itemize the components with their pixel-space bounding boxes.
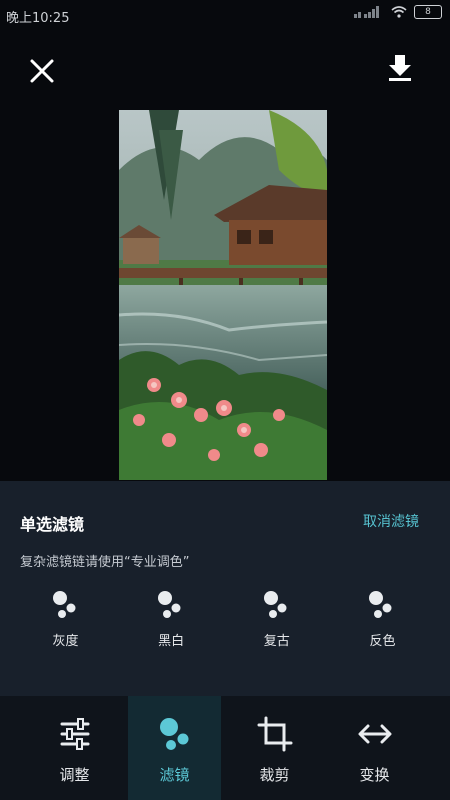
filter-grayscale[interactable]: 灰度 (18, 586, 113, 656)
wifi-icon (391, 6, 407, 18)
photo-preview[interactable] (119, 110, 327, 480)
dots-icon (369, 591, 392, 618)
crop-icon (257, 716, 292, 752)
battery-level: 8 (425, 7, 431, 17)
panel-hint: 复杂滤镜链请使用“专业调色” (20, 555, 190, 570)
tab-label: 变换 (359, 766, 390, 784)
dots-icon (159, 718, 188, 750)
filter-label: 复古 (263, 634, 290, 649)
swap-arrows-icon (358, 724, 391, 744)
panel-title: 单选滤镜 (20, 515, 85, 534)
cancel-filter-button[interactable]: 取消滤镜 (363, 511, 419, 531)
filter-invert[interactable]: 反色 (335, 586, 430, 656)
close-icon (30, 59, 54, 83)
tab-label: 裁剪 (259, 766, 290, 784)
filter-label: 黑白 (158, 634, 185, 649)
download-icon (389, 55, 411, 81)
bottom-tab-bar: 调整 滤镜 裁剪 变换 (0, 696, 450, 800)
filter-label: 灰度 (52, 634, 79, 649)
filter-panel: 单选滤镜 取消滤镜 复杂滤镜链请使用“专业调色” 灰度 黑白 复古 反色 (0, 481, 450, 696)
tab-adjust[interactable]: 调整 (28, 696, 121, 800)
download-button[interactable] (384, 52, 416, 84)
filter-list: 灰度 黑白 复古 反色 (18, 586, 430, 656)
tab-crop[interactable]: 裁剪 (228, 696, 321, 800)
filter-black-white[interactable]: 黑白 (124, 586, 219, 656)
status-time: 晚上10:25 (6, 11, 70, 26)
signal-icon (354, 6, 379, 18)
dots-icon (52, 591, 75, 618)
tab-filter[interactable]: 滤镜 (128, 696, 221, 800)
landscape-image (119, 110, 327, 480)
filter-label: 反色 (369, 634, 396, 649)
tab-transform[interactable]: 变换 (328, 696, 421, 800)
sliders-icon (60, 718, 89, 750)
dots-icon (263, 591, 287, 618)
tab-label: 滤镜 (159, 766, 190, 784)
filter-vintage[interactable]: 复古 (229, 586, 324, 656)
status-icons: 8 (354, 5, 442, 19)
tab-label: 调整 (59, 766, 90, 784)
battery-icon: 8 (414, 5, 442, 19)
close-button[interactable] (27, 56, 57, 86)
dots-icon (158, 591, 181, 618)
status-bar: 晚上10:25 8 (0, 0, 450, 30)
